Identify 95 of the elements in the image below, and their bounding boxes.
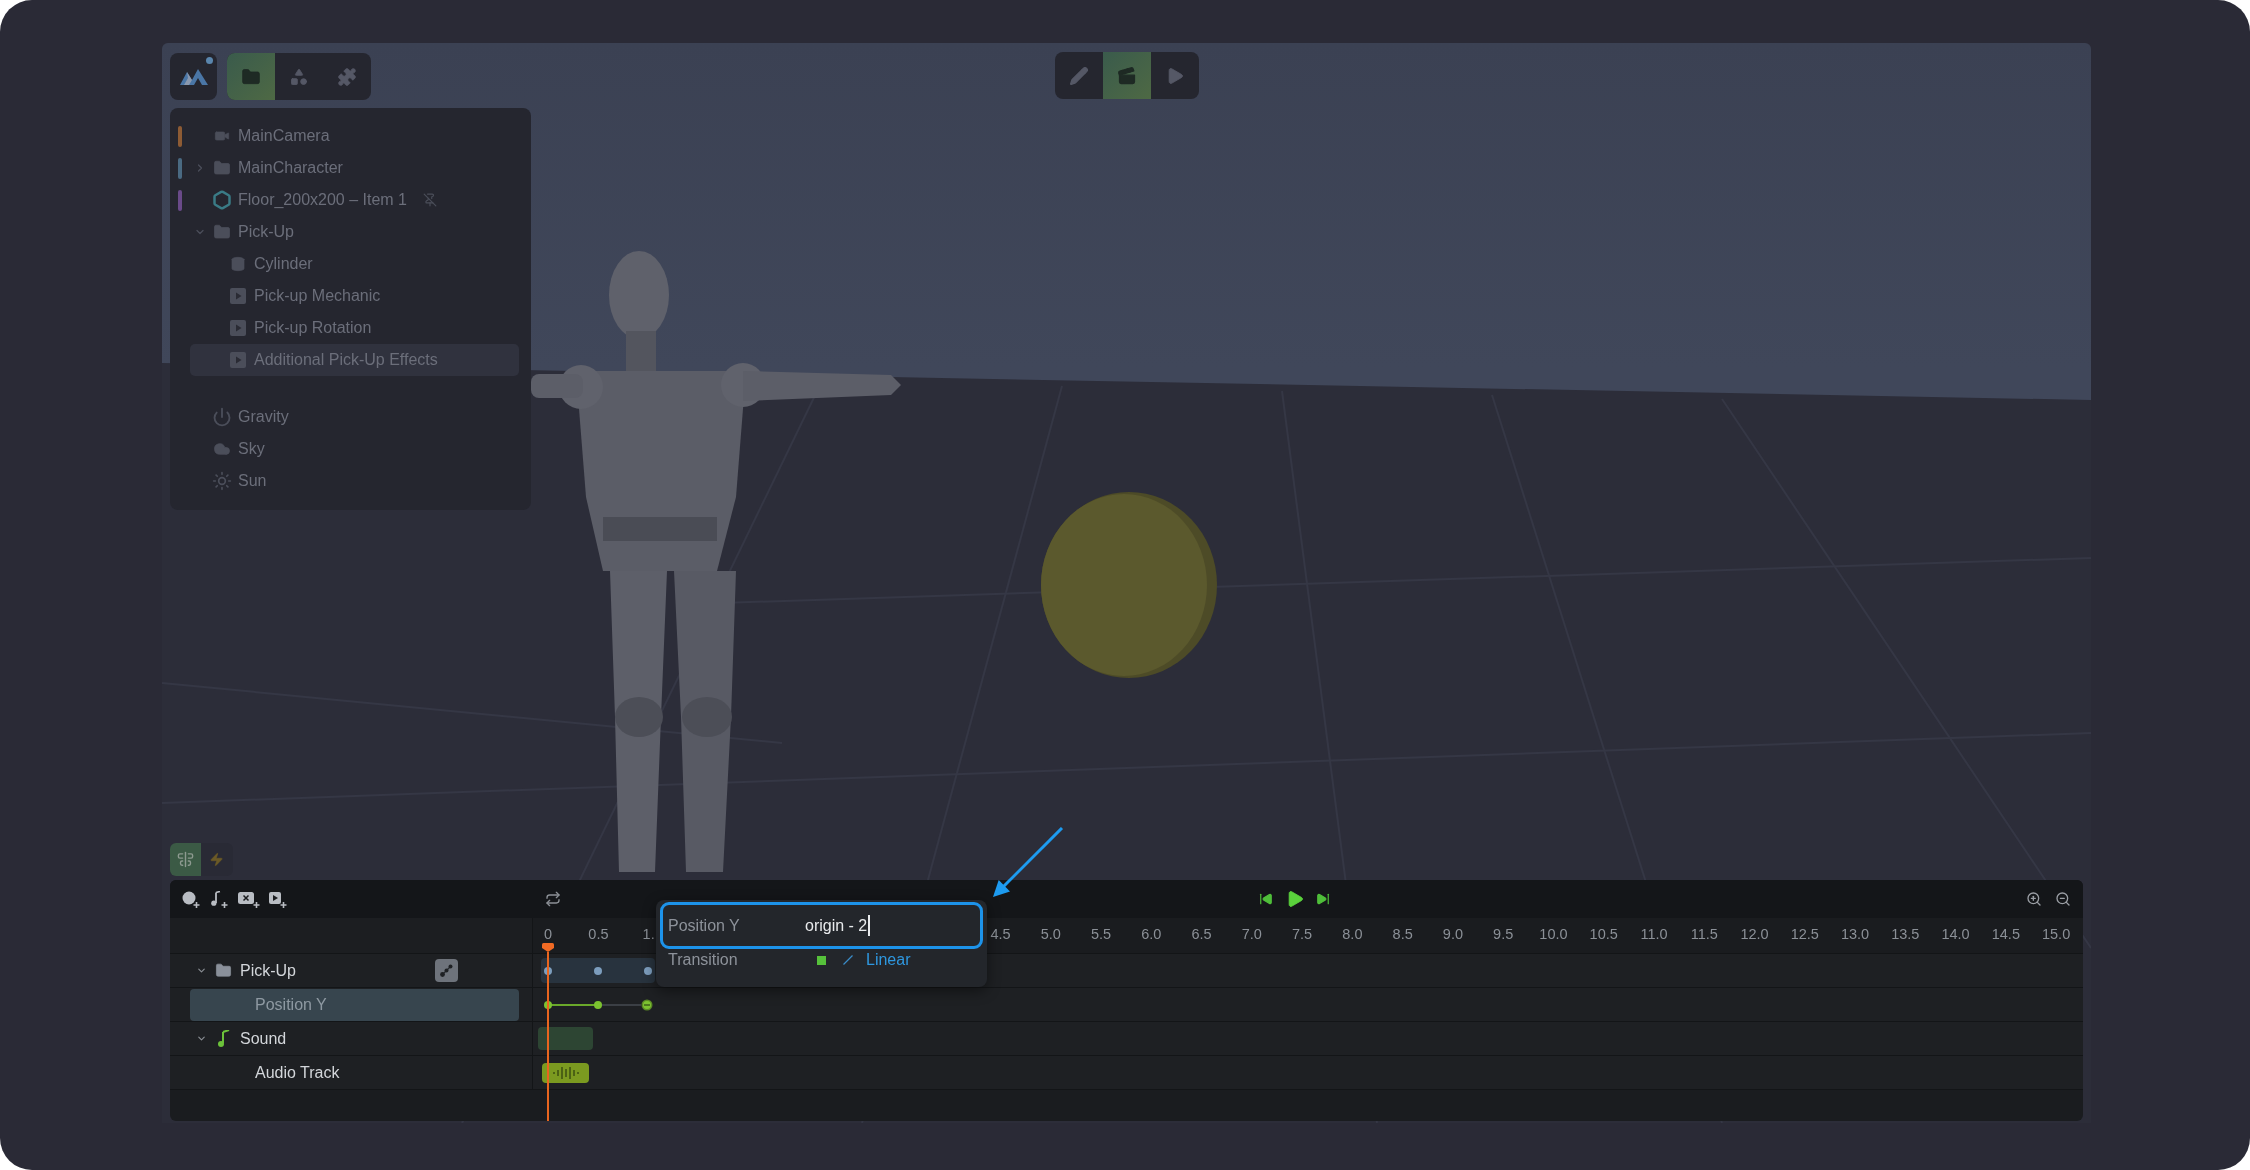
diagonal-dots-icon xyxy=(440,964,453,977)
time-tick: 10.0 xyxy=(1539,924,1568,944)
music-note-icon xyxy=(217,1030,230,1047)
time-tick: 11.0 xyxy=(1640,924,1668,944)
time-tick: 13.0 xyxy=(1840,924,1870,944)
field-value: origin - 2 xyxy=(805,915,868,936)
repeat-icon[interactable] xyxy=(545,891,561,907)
time-tick: 8.0 xyxy=(1342,924,1363,944)
logo-icon xyxy=(179,68,208,85)
time-tick: 1. xyxy=(642,924,655,944)
time-tick: 6.0 xyxy=(1141,924,1162,944)
time-tick: 14.0 xyxy=(1941,924,1970,944)
clapperboard-icon xyxy=(1116,65,1137,86)
tree-item[interactable]: Sun xyxy=(190,465,519,497)
time-tick: 0 xyxy=(544,924,553,944)
sound-clip[interactable] xyxy=(538,1027,593,1050)
time-tick: 7.0 xyxy=(1241,924,1262,944)
keyframe-marker-icon[interactable] xyxy=(641,998,653,1011)
curve-editor-button[interactable] xyxy=(435,959,458,982)
expression-field[interactable]: Position Y origin - 2 xyxy=(660,902,983,949)
keyframe-marker-icon[interactable] xyxy=(594,1000,602,1009)
time-tick: 0.5 xyxy=(588,924,609,944)
zoom-in-icon[interactable] xyxy=(2026,891,2042,907)
chevron-down-icon[interactable] xyxy=(196,1033,207,1044)
time-tick: 14.5 xyxy=(1991,924,2020,944)
time-tick: 4.5 xyxy=(990,924,1011,944)
time-tick: 5.5 xyxy=(1090,924,1112,944)
field-label: Position Y xyxy=(668,915,741,936)
transition-dropdown[interactable]: Linear xyxy=(866,948,911,972)
waveform-icon xyxy=(552,1066,579,1079)
tree-item[interactable]: MainCamera xyxy=(190,120,519,152)
tree-item[interactable]: Additional Pick-Up Effects xyxy=(190,344,519,376)
playhead-handle-icon[interactable] xyxy=(542,943,554,952)
circle-plus-icon[interactable] xyxy=(182,890,200,908)
text-cursor-icon xyxy=(868,915,870,936)
tree-item[interactable]: MainCharacter xyxy=(190,152,519,184)
time-tick: 10.5 xyxy=(1589,924,1618,944)
tree-item[interactable]: Pick-up Mechanic xyxy=(190,280,519,312)
chevron-down-icon[interactable] xyxy=(196,965,207,976)
time-tick: 9.5 xyxy=(1493,924,1514,944)
pencil-icon xyxy=(1068,65,1089,86)
hexagon-icon xyxy=(212,190,232,210)
power-icon xyxy=(212,407,232,427)
video-camera-icon xyxy=(212,128,232,144)
mode-tab[interactable] xyxy=(1102,52,1151,99)
time-tick: 6.5 xyxy=(1191,924,1212,944)
track-item[interactable]: Audio Track xyxy=(190,1056,519,1089)
folder-icon xyxy=(212,223,232,241)
cloud-icon xyxy=(212,440,232,458)
time-tick: 9.0 xyxy=(1442,924,1463,944)
tree-item[interactable]: Pick-Up xyxy=(190,216,519,248)
track-item[interactable]: Position Y xyxy=(190,988,519,1021)
transition-label: Transition xyxy=(668,950,739,970)
keyframe-marker-icon[interactable] xyxy=(644,966,652,975)
shapes-icon xyxy=(289,66,309,87)
time-tick: 8.5 xyxy=(1392,924,1413,944)
align-center-icon xyxy=(177,851,194,868)
audio-clip[interactable] xyxy=(542,1062,589,1083)
folder-icon xyxy=(214,962,233,979)
tree-item[interactable]: Pick-up Rotation xyxy=(190,312,519,344)
skip-forward-icon[interactable] xyxy=(1316,892,1330,906)
cross-box-plus-icon[interactable] xyxy=(238,890,260,908)
diagonal-line-icon xyxy=(843,955,853,965)
pointer-arrow xyxy=(992,827,1064,898)
note-plus-icon[interactable] xyxy=(210,890,228,908)
folder-icon xyxy=(212,159,232,177)
play-square-icon xyxy=(230,352,246,368)
swatch-icon xyxy=(817,955,826,965)
keyframe-marker-icon[interactable] xyxy=(594,966,602,975)
track-item[interactable]: Sound xyxy=(190,1022,519,1055)
tree-item[interactable]: Sky xyxy=(190,433,519,465)
time-tick: 13.5 xyxy=(1891,924,1920,944)
zoom-out-icon[interactable] xyxy=(2055,891,2071,907)
sun-icon xyxy=(212,471,232,491)
logo-button[interactable] xyxy=(170,53,217,100)
play-square-icon xyxy=(230,320,246,336)
panel-toggle[interactable] xyxy=(170,843,201,876)
puzzle-icon xyxy=(337,66,357,87)
time-tick: 7.5 xyxy=(1292,924,1313,944)
folder-icon xyxy=(241,66,261,87)
time-tick: 5.0 xyxy=(1040,924,1061,944)
skip-back-icon[interactable] xyxy=(1259,892,1273,906)
cylinder-icon xyxy=(230,255,246,273)
lightning-icon xyxy=(209,851,224,868)
tree-item[interactable]: Floor_200x200 – Item 1 xyxy=(190,184,519,216)
time-tick: 15.0 xyxy=(2042,924,2071,944)
mode-tab[interactable] xyxy=(227,53,275,100)
time-tick: 11.5 xyxy=(1690,924,1718,944)
tree-item[interactable]: Gravity xyxy=(190,401,519,433)
tree-item[interactable]: Cylinder xyxy=(190,248,519,280)
time-tick: 12.5 xyxy=(1790,924,1819,944)
time-tick: 12.0 xyxy=(1740,924,1769,944)
track-item[interactable]: Pick-Up xyxy=(190,954,430,987)
play-box-plus-icon[interactable] xyxy=(269,890,287,908)
play-square-icon xyxy=(230,288,246,304)
